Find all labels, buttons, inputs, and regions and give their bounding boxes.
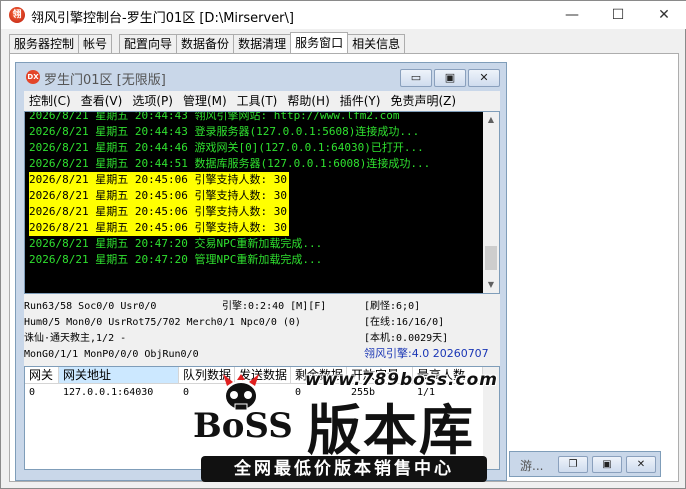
main-window: 翎 翎风引擎控制台-罗生门01区 [D:\Mirserver\] — ☐ ✕ 服…: [0, 0, 686, 489]
cell-max-users: 1/1: [417, 387, 436, 398]
child-minimize-button[interactable]: ▭: [400, 69, 432, 87]
local-stats: [本机:0.0029天]: [364, 333, 449, 344]
tab-data-cleanup[interactable]: 数据清理: [233, 34, 292, 53]
menu-options[interactable]: 选项(P): [127, 91, 178, 111]
table-row[interactable]: 0 127.0.0.1:64030 0 0 255b 1/1: [25, 385, 483, 401]
minimized-close-button[interactable]: ✕: [626, 456, 656, 473]
run-stats: Run63/58 Soc0/0 Usr0/0: [24, 301, 157, 312]
log-line: 2026/8/21 星期五 20:44:46 游戏网关[0](127.0.0.1…: [29, 141, 424, 154]
scroll-thumb[interactable]: [485, 246, 497, 270]
engine-version: 翎风引擎:4.0 20260707: [364, 347, 489, 360]
mongo-stats: MonG0/1/1 MonP0/0/0 ObjRun0/0: [24, 349, 199, 360]
refresh-monster: [刷怪:6;0]: [364, 301, 421, 312]
gateway-table: 网关 网关地址 队列数据 发送数据 剩余数据 开放容量 最高人数 0 127.0…: [24, 366, 500, 470]
tab-service-window[interactable]: 服务窗口: [290, 32, 349, 53]
child-title-bar[interactable]: DX 罗生门01区 [无限版] ▭ ▣ ✕: [16, 63, 506, 91]
log-line: 2026/8/21 星期五 20:44:51 数据库服务器(127.0.0.1:…: [29, 157, 431, 170]
child-window-title: 罗生门01区 [无限版]: [44, 73, 166, 88]
cell-queue-data: 0: [183, 387, 190, 398]
tab-config-wizard[interactable]: 配置向导: [119, 34, 178, 53]
log-console[interactable]: 2026/8/21 星期五 20:44:43 翎风引擎网站: http://ww…: [24, 111, 500, 294]
tab-data-backup[interactable]: 数据备份: [176, 34, 235, 53]
cell-open-capacity: 255b: [351, 387, 376, 398]
cell-remaining-data: 0: [295, 387, 302, 398]
child-maximize-button[interactable]: ▣: [434, 69, 466, 87]
menu-plugins[interactable]: 插件(Y): [335, 91, 386, 111]
main-tabs: 服务器控制 帐号 配置向导 数据备份 数据清理 服务窗口 相关信息: [9, 32, 406, 54]
engine-uptime: 引擎:0:2:40 [M][F]: [222, 301, 327, 312]
scroll-up-icon[interactable]: ▲: [483, 112, 499, 128]
menu-control[interactable]: 控制(C): [24, 91, 76, 111]
close-button[interactable]: ✕: [641, 1, 686, 29]
col-sent-data[interactable]: 发送数据: [235, 367, 291, 384]
col-gateway[interactable]: 网关: [25, 367, 59, 384]
col-max-users[interactable]: 最高人数: [413, 367, 483, 384]
online-stats: [在线:16/16/0]: [364, 317, 445, 328]
col-open-capacity[interactable]: 开放容量: [347, 367, 413, 384]
table-scrollbar[interactable]: [483, 367, 499, 469]
log-line-highlight: 2026/8/21 星期五 20:45:06 引擎支持人数: 30: [29, 188, 289, 204]
log-line: 2026/8/21 星期五 20:47:20 管理NPC重新加载完成...: [29, 253, 323, 266]
log-line: 2026/8/21 星期五 20:44:43 登录服务器(127.0.0.1:5…: [29, 125, 420, 138]
menu-disclaimer[interactable]: 免责声明(Z): [385, 91, 461, 111]
log-line: 2026/8/21 星期五 20:47:20 交易NPC重新加载完成...: [29, 237, 323, 250]
minimized-child-window[interactable]: 游... ❐ ▣ ✕: [509, 451, 661, 477]
dx-logo-icon: DX: [26, 70, 40, 84]
log-scrollbar[interactable]: ▲ ▼: [483, 112, 499, 293]
minimized-child-title: 游...: [520, 459, 544, 473]
minimized-maximize-button[interactable]: ▣: [592, 456, 622, 473]
log-lines: 2026/8/21 星期五 20:44:43 翎风引擎网站: http://ww…: [29, 111, 489, 268]
map-info: 诛仙·通天教主,1/2 -: [24, 333, 127, 344]
title-bar[interactable]: 翎 翎风引擎控制台-罗生门01区 [D:\Mirserver\] — ☐ ✕: [1, 1, 686, 29]
col-gateway-address[interactable]: 网关地址: [59, 367, 179, 384]
cell-sent-data: [235, 385, 291, 401]
col-remaining-data[interactable]: 剩余数据: [291, 367, 347, 384]
app-logo-icon: 翎: [9, 7, 25, 23]
cell-gateway-address: 127.0.0.1:64030: [63, 387, 154, 398]
tab-server-control[interactable]: 服务器控制: [9, 34, 80, 53]
child-close-button[interactable]: ✕: [468, 69, 500, 87]
minimize-button[interactable]: —: [549, 1, 595, 29]
menu-help[interactable]: 帮助(H): [282, 91, 334, 111]
window-title: 翎风引擎控制台-罗生门01区 [D:\Mirserver\]: [31, 11, 294, 26]
table-header: 网关 网关地址 队列数据 发送数据 剩余数据 开放容量 最高人数: [25, 367, 483, 384]
maximize-button[interactable]: ☐: [595, 1, 641, 29]
scroll-down-icon[interactable]: ▼: [483, 277, 499, 293]
minimized-restore-button[interactable]: ❐: [558, 456, 588, 473]
log-line-highlight: 2026/8/21 星期五 20:45:06 引擎支持人数: 30: [29, 172, 289, 188]
col-queue-data[interactable]: 队列数据: [179, 367, 235, 384]
hum-stats: Hum0/5 Mon0/0 UsrRot75/702 Merch0/1 Npc0…: [24, 317, 301, 328]
menu-tools[interactable]: 工具(T): [232, 91, 283, 111]
log-line-highlight: 2026/8/21 星期五 20:45:06 引擎支持人数: 30: [29, 204, 289, 220]
tab-account[interactable]: 帐号: [78, 34, 113, 53]
server-child-window: DX 罗生门01区 [无限版] ▭ ▣ ✕ 控制(C) 查看(V) 选项(P) …: [15, 62, 507, 481]
status-panel: Run63/58 Soc0/0 Usr0/0 引擎:0:2:40 [M][F] …: [24, 294, 500, 366]
tab-related-info[interactable]: 相关信息: [347, 34, 406, 53]
log-line-highlight: 2026/8/21 星期五 20:45:06 引擎支持人数: 30: [29, 220, 289, 236]
log-line: 2026/8/21 星期五 20:44:43 翎风引擎网站: http://ww…: [29, 111, 400, 122]
menu-manage[interactable]: 管理(M): [178, 91, 232, 111]
child-menu-bar: 控制(C) 查看(V) 选项(P) 管理(M) 工具(T) 帮助(H) 插件(Y…: [24, 91, 500, 111]
cell-gateway: 0: [29, 387, 36, 398]
menu-view[interactable]: 查看(V): [76, 91, 128, 111]
